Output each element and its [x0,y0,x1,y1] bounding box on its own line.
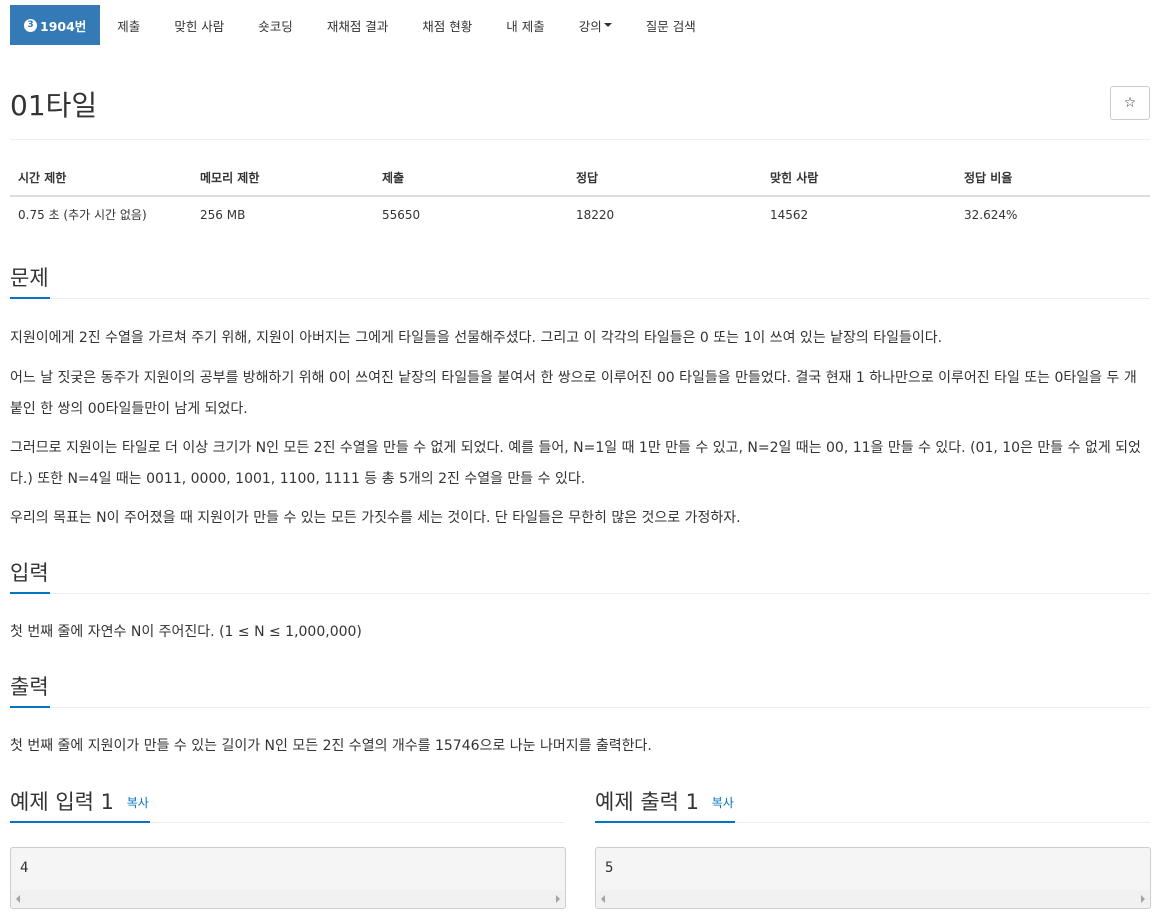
copy-sample-output-button[interactable]: 복사 [712,796,734,810]
nav-judge-status[interactable]: 채점 현황 [405,5,489,45]
problem-paragraph-2: 어느 날 짓궂은 동주가 지원이의 공부를 방해하기 위해 0이 쓰여진 낱장의… [10,370,1137,417]
problem-tier-icon: 3 [24,18,37,32]
sample-input-accent [10,821,150,823]
sample-input-scrollbar[interactable] [12,890,564,907]
problem-heading-accent [10,297,50,299]
nav-lectures-dropdown[interactable]: 강의 [562,5,629,45]
problem-section-heading: 문제 [10,266,49,290]
sample-output-heading: 예제 출력 1 복사 [595,786,734,816]
value-time-limit: 0.75 초 (추가 시간 없음) [18,208,147,222]
info-header-row: 시간 제한 메모리 제한 제출 정답 맞힌 사람 정답 비율 [10,160,1150,197]
scroll-right-icon[interactable] [556,895,560,903]
nav-my-submissions[interactable]: 내 제출 [489,5,561,45]
value-accepted: 18220 [576,207,615,222]
scroll-right-icon[interactable] [1141,895,1145,903]
caret-down-icon [603,23,612,27]
header-time-limit: 시간 제한 [10,160,192,197]
input-heading-divider [10,593,1150,594]
nav-rejudge-result[interactable]: 재채점 결과 [310,5,405,45]
star-icon: ☆ [1123,95,1137,111]
header-memory-limit: 메모리 제한 [192,160,374,197]
sample-output-box[interactable]: 5 [595,847,1151,909]
value-submissions: 55650 [382,207,421,222]
nav-problem-number[interactable]: 3 1904번 [10,5,101,45]
title-divider [10,139,1150,140]
nav-solvers[interactable]: 맞힌 사람 [157,5,241,45]
sample-input-heading: 예제 입력 1 복사 [10,786,149,816]
problem-paragraph-1: 지원이에게 2진 수열을 가르쳐 주기 위해, 지원이 아버지는 그에게 타일들… [10,330,943,346]
problem-info-table: 시간 제한 메모리 제한 제출 정답 맞힌 사람 정답 비율 0.75 초 (추… [10,160,1150,232]
output-heading-divider [10,707,1150,708]
output-section-heading: 출력 [10,675,49,699]
header-accept-ratio: 정답 비율 [956,160,1150,197]
info-value-row: 0.75 초 (추가 시간 없음) 256 MB 55650 18220 145… [10,196,1150,232]
nav-submit[interactable]: 제출 [100,5,157,45]
sample-output-accent [595,821,735,823]
sample-input-value: 4 [20,860,29,876]
value-solvers: 14562 [770,207,809,222]
header-accepted: 정답 [568,160,762,197]
header-submissions: 제출 [374,160,568,197]
sample-output-heading-label: 예제 출력 1 [595,790,699,814]
copy-sample-input-button[interactable]: 복사 [127,796,149,810]
scroll-left-icon[interactable] [16,895,20,903]
sample-output-value: 5 [605,860,614,876]
nav-short-coding[interactable]: 숏코딩 [241,5,310,45]
value-memory-limit: 256 MB [200,207,246,222]
input-heading-accent [10,592,50,594]
value-accept-ratio: 32.624% [964,207,1018,222]
output-heading-accent [10,706,50,708]
sample-input-box[interactable]: 4 [10,847,566,909]
nav-question-search[interactable]: 질문 검색 [629,5,713,45]
problem-paragraph-3: 그러므로 지원이는 타일로 더 이상 크기가 N인 모든 2진 수열을 만들 수… [10,440,1141,487]
nav-lectures-label: 강의 [578,18,602,34]
sample-output-scrollbar[interactable] [597,890,1149,907]
scroll-left-icon[interactable] [601,895,605,903]
problem-nav: 3 1904번 제출 맞힌 사람 숏코딩 재채점 결과 채점 현황 내 제출 강… [10,5,713,45]
input-section-heading: 입력 [10,561,49,585]
problem-heading-divider [10,298,1150,299]
output-description: 첫 번째 줄에 지원이가 만들 수 있는 길이가 N인 모든 2진 수열의 개수… [10,738,652,754]
sample-input-heading-label: 예제 입력 1 [10,790,114,814]
favorite-star-button[interactable]: ☆ [1110,86,1150,120]
problem-paragraph-4: 우리의 목표는 N이 주어졌을 때 지원이가 만들 수 있는 모든 가짓수를 세… [10,510,741,526]
input-description: 첫 번째 줄에 자연수 N이 주어진다. (1 ≤ N ≤ 1,000,000) [10,624,362,640]
header-solvers: 맞힌 사람 [762,160,956,197]
nav-problem-number-label: 1904번 [40,18,87,34]
problem-title: 01타일 [10,89,98,122]
